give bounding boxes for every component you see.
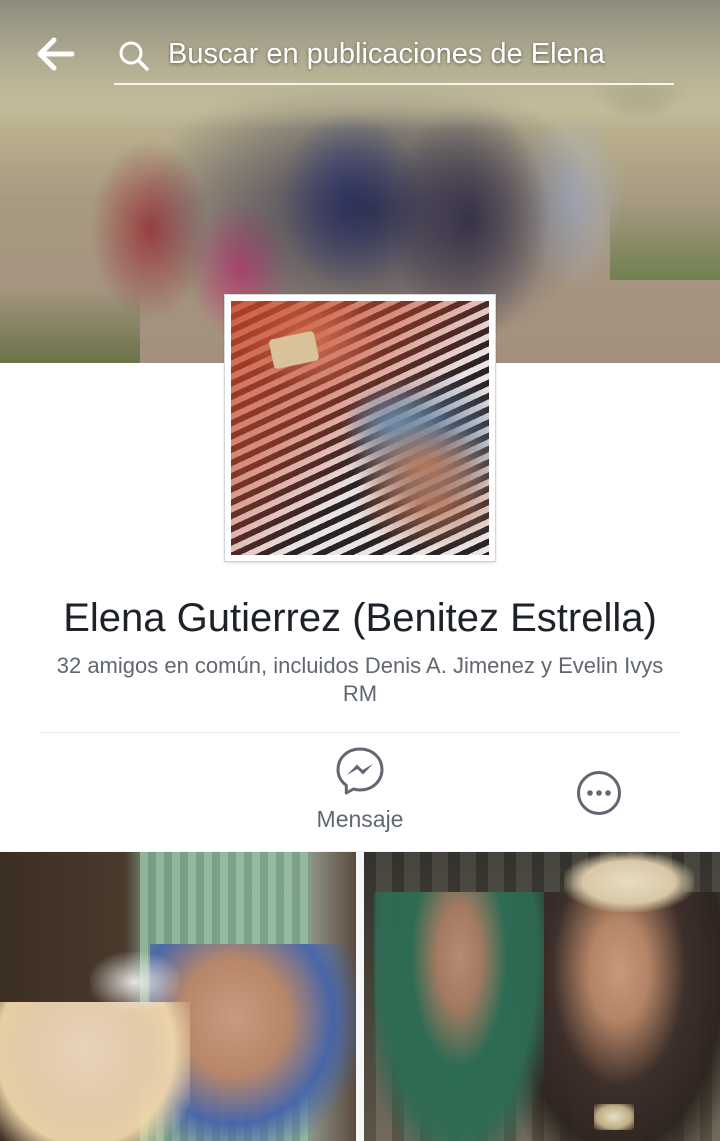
photo-hat bbox=[564, 852, 694, 912]
search-input[interactable]: Buscar en publicaciones de Elena bbox=[114, 30, 674, 86]
search-icon bbox=[119, 41, 149, 71]
messenger-icon bbox=[336, 747, 384, 795]
photo-thumbnail[interactable] bbox=[364, 852, 720, 1141]
mutual-friends-text[interactable]: 32 amigos en común, incluidos Denis A. J… bbox=[40, 652, 680, 708]
back-button[interactable] bbox=[36, 36, 76, 72]
message-button-label: Mensaje bbox=[316, 806, 404, 832]
profile-photo-image bbox=[231, 301, 489, 555]
cover-grass-right bbox=[610, 200, 720, 280]
photo-buckle bbox=[594, 1104, 634, 1130]
photo-hair bbox=[90, 952, 180, 1012]
profile-name: Elena Gutierrez (Benitez Estrella) bbox=[63, 596, 657, 640]
more-dots-icon bbox=[577, 771, 621, 815]
cover-grass-left bbox=[0, 290, 140, 363]
photo-arm bbox=[351, 421, 489, 511]
search-placeholder: Buscar en publicaciones de Elena bbox=[168, 38, 605, 70]
message-button[interactable]: Mensaje bbox=[300, 746, 420, 838]
more-options-button[interactable] bbox=[576, 770, 622, 816]
divider bbox=[40, 732, 680, 733]
profile-picture[interactable] bbox=[224, 294, 496, 562]
photo-thumbnail[interactable] bbox=[0, 852, 356, 1141]
photo-woman bbox=[374, 892, 544, 1141]
back-arrow-icon bbox=[37, 37, 75, 71]
search-underline bbox=[114, 83, 674, 85]
photo-woman bbox=[0, 1002, 190, 1141]
